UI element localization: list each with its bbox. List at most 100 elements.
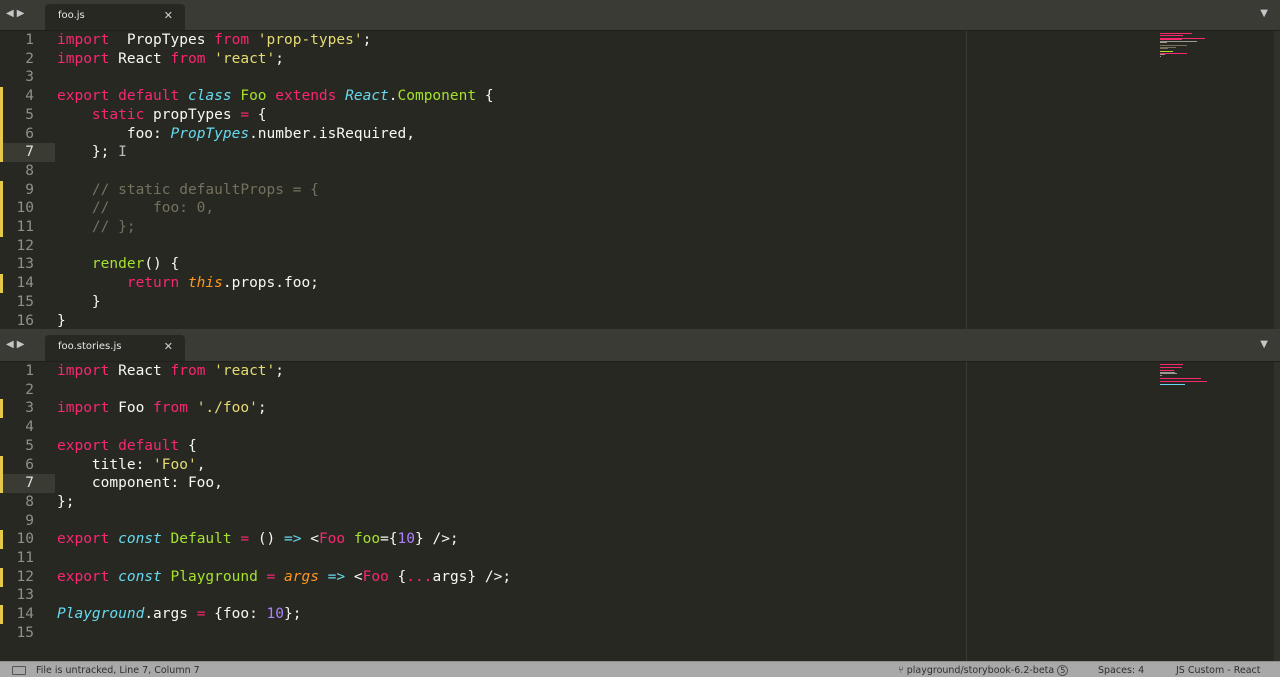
line-number: 6 (25, 125, 34, 142)
close-icon[interactable]: ✕ (164, 340, 173, 353)
line-number: 16 (16, 312, 34, 329)
code-text: component: Foo, (57, 474, 223, 493)
tab-foo-stories-js[interactable]: foo.stories.js ✕ (45, 335, 185, 361)
code-token: Foo (318, 531, 346, 548)
code-token: PropTypes (109, 32, 215, 48)
code-line[interactable]: 15 } (0, 293, 1280, 312)
indentation-setting[interactable]: Spaces: 4 (1098, 665, 1144, 676)
code-token: const (118, 568, 171, 585)
code-text: }; (57, 493, 74, 512)
code-editor[interactable]: 1 import PropTypes from 'prop-types'; 2 imp… (0, 31, 1280, 330)
tab-dropdown-icon[interactable]: ▼ (1260, 8, 1268, 19)
tab-bar: ◀▶ foo.js ✕ ▼ (0, 0, 1280, 31)
code-line[interactable]: 4 export default class Foo extends React.… (0, 87, 1280, 107)
code-line[interactable]: 5 export default { (0, 437, 1280, 456)
code-line[interactable]: 10 // foo: 0, (0, 199, 1280, 219)
code-token: ; (362, 32, 372, 48)
code-line[interactable]: 3 (0, 68, 1280, 87)
code-line[interactable]: 2 import React from 'react'; (0, 50, 1280, 69)
code-token: { (476, 88, 494, 105)
line-number: 5 (25, 437, 34, 454)
code-token: , (196, 456, 206, 473)
code-text: } (57, 312, 66, 331)
code-line[interactable]: 6 title: 'Foo', (0, 455, 1280, 475)
line-number: 4 (25, 88, 34, 105)
vertical-scrollbar[interactable] (1274, 31, 1280, 330)
code-token: () { (144, 256, 180, 273)
code-line[interactable]: 9 (0, 512, 1280, 531)
code-token: .args (144, 606, 197, 623)
code-text: import PropTypes from 'prop-types'; (57, 31, 371, 50)
column-ruler (966, 362, 967, 661)
code-line[interactable]: 15 (0, 624, 1280, 643)
code-line[interactable]: 16} (0, 312, 1280, 331)
code-line[interactable]: 13 render() { (0, 255, 1280, 274)
code-token: foo: (57, 125, 171, 142)
code-token: 'react' (205, 363, 276, 379)
code-token: extends (266, 88, 346, 105)
code-line[interactable]: 5 static propTypes = { (0, 105, 1280, 125)
code-text: } (57, 293, 101, 312)
tab-nav-arrows[interactable]: ◀▶ (6, 339, 27, 350)
syntax-selector[interactable]: JS Custom - React (1176, 665, 1261, 676)
code-token: import (57, 400, 110, 417)
code-line[interactable]: 9 // static defaultProps = { (0, 180, 1280, 200)
close-icon[interactable]: ✕ (164, 9, 173, 22)
code-line[interactable]: 12 (0, 237, 1280, 256)
code-token: './foo' (187, 400, 258, 417)
code-text: }; I (57, 143, 127, 162)
minimap-line (1160, 48, 1169, 49)
code-line[interactable]: 3 import Foo from './foo'; (0, 399, 1280, 419)
code-token: from (170, 363, 206, 379)
code-line[interactable]: 12 export const Playground = args => <Foo… (0, 567, 1280, 587)
code-text: title: 'Foo', (57, 456, 206, 475)
code-token: = (257, 568, 285, 585)
code-token: component: Foo, (57, 475, 223, 492)
code-line[interactable]: 1 import PropTypes from 'prop-types'; (0, 31, 1280, 50)
code-token: Foo (240, 88, 267, 105)
code-token: Playground (57, 606, 145, 623)
code-line[interactable]: 13 (0, 586, 1280, 605)
line-number: 1 (25, 32, 34, 48)
minimap[interactable] (1160, 33, 1220, 93)
code-line[interactable]: 7 component: Foo, (0, 474, 1280, 494)
code-token: { (388, 568, 407, 585)
code-token: 10 (266, 606, 285, 623)
code-text: import Foo from './foo'; (57, 399, 267, 418)
code-line[interactable]: 10 export const Default = () => <Foo foo=… (0, 530, 1280, 550)
code-token: foo (345, 531, 381, 548)
tab-foo-js[interactable]: foo.js ✕ (45, 4, 185, 30)
tab-label: foo.stories.js (58, 341, 122, 352)
code-text: // }; (57, 218, 136, 237)
line-number: 8 (25, 493, 34, 510)
code-line[interactable]: 14 Playground.args = {foo: 10}; (0, 605, 1280, 625)
code-line[interactable]: 2 (0, 381, 1280, 400)
vertical-scrollbar[interactable] (1274, 362, 1280, 661)
code-token: Foo (109, 400, 154, 417)
code-line[interactable]: 8}; (0, 493, 1280, 512)
code-line[interactable]: 4 (0, 418, 1280, 437)
code-line[interactable]: 7 }; I (0, 143, 1280, 163)
code-line[interactable]: 11 // }; (0, 218, 1280, 237)
code-editor[interactable]: 1 import React from 'react'; 2 3 import Foo … (0, 362, 1280, 661)
panel-toggle-icon[interactable] (12, 666, 26, 675)
code-token: .number.isRequired, (249, 125, 415, 142)
git-branch[interactable]: ⑂ playground/storybook-6.2-beta 5 (898, 665, 1069, 676)
git-branch-name: playground/storybook-6.2-beta (906, 665, 1055, 676)
code-line[interactable]: 1 import React from 'react'; (0, 362, 1280, 381)
code-line[interactable]: 11 (0, 549, 1280, 568)
status-bar: File is untracked, Line 7, Column 7 ⑂ pl… (0, 661, 1280, 677)
line-number: 8 (25, 162, 34, 179)
tab-dropdown-icon[interactable]: ▼ (1260, 339, 1268, 350)
tab-nav-arrows[interactable]: ◀▶ (6, 8, 27, 19)
code-token: } (57, 312, 66, 329)
code-line[interactable]: 8 (0, 162, 1280, 181)
code-token: ; (257, 400, 267, 417)
code-line[interactable]: 14 return this.props.foo; (0, 274, 1280, 294)
code-text: return this.props.foo; (57, 274, 319, 293)
code-token: return (57, 275, 188, 292)
code-line[interactable]: 6 foo: PropTypes.number.isRequired, (0, 124, 1280, 144)
code-text: export const Default = () => <Foo foo={1… (57, 530, 459, 549)
minimap-line (1160, 55, 1161, 57)
minimap[interactable] (1160, 364, 1220, 424)
